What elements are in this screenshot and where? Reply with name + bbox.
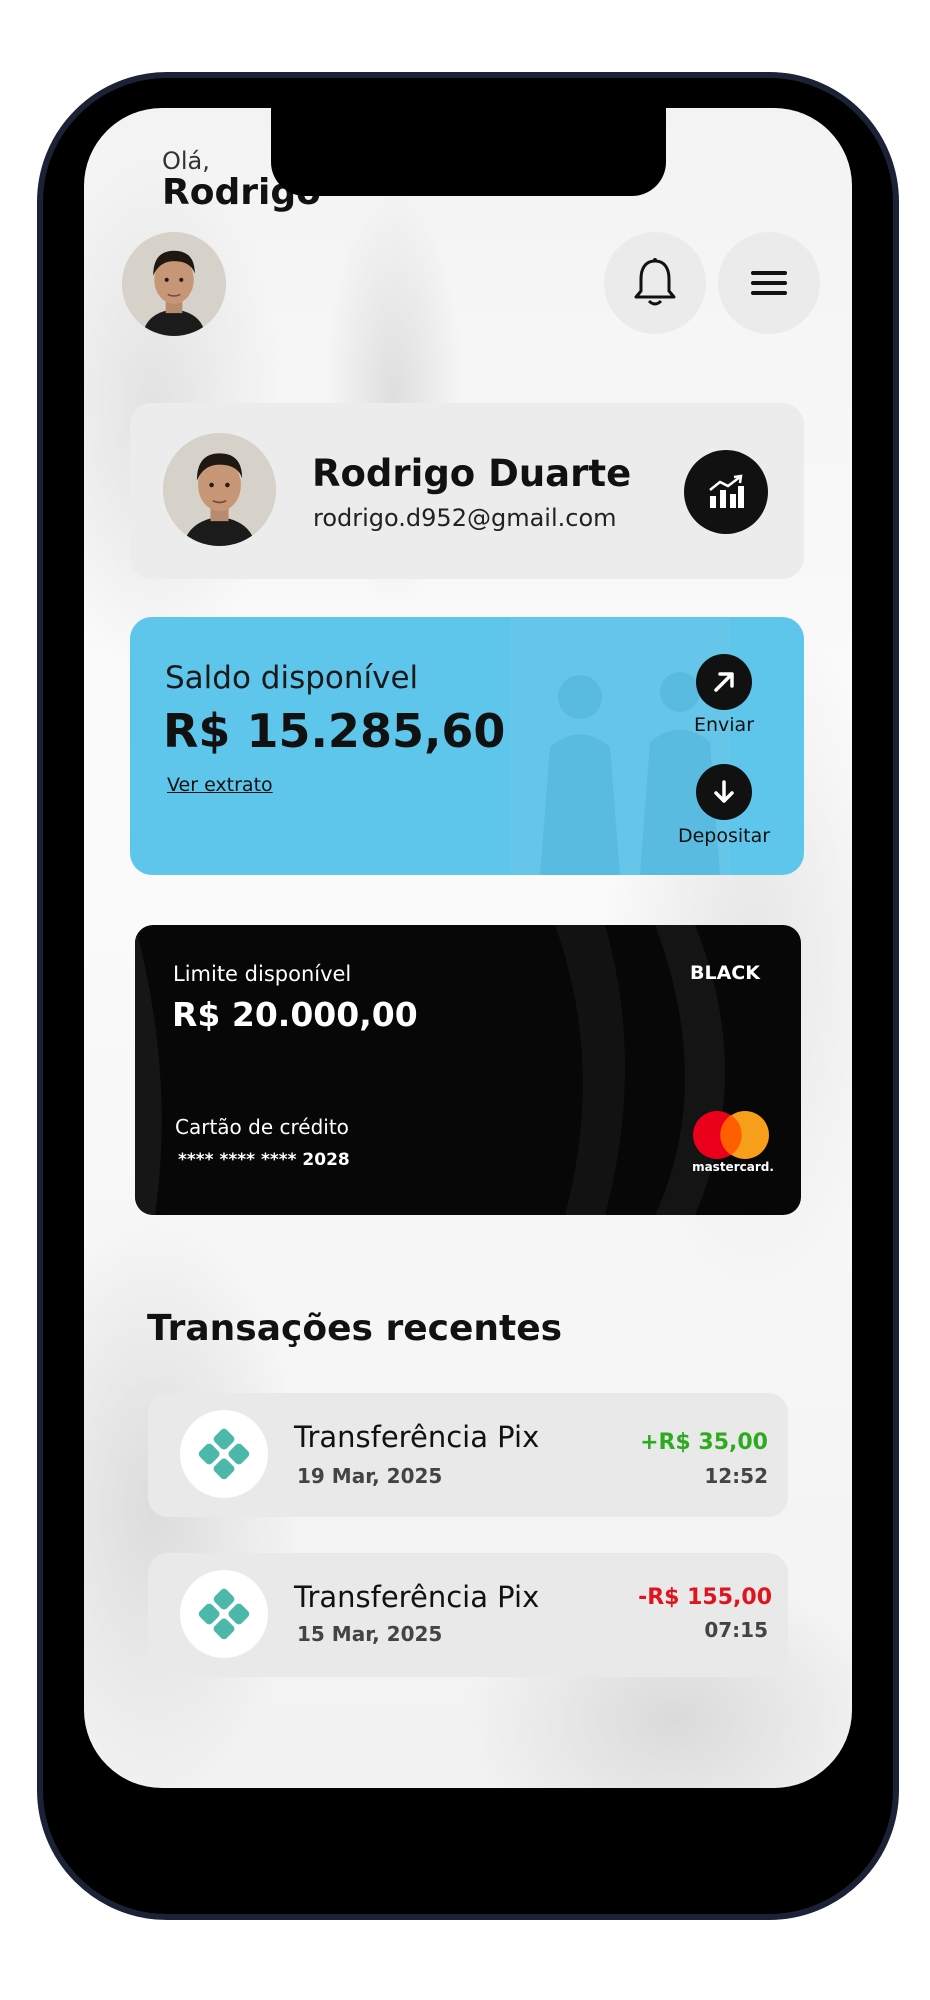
transaction-amount: +R$ 35,00 <box>640 1430 768 1455</box>
transaction-title: Transferência Pix <box>294 1420 540 1454</box>
menu-icon <box>751 271 787 295</box>
transactions-title: Transações recentes <box>147 1308 563 1349</box>
greeting-label: Olá, <box>162 147 210 175</box>
transaction-date: 15 Mar, 2025 <box>297 1622 443 1646</box>
chart-growth-icon <box>709 474 744 508</box>
card-tier-badge: BLACK <box>690 962 760 984</box>
mastercard-wordmark: mastercard. <box>692 1160 774 1174</box>
profile-full-name: Rodrigo Duarte <box>312 452 632 495</box>
deposit-button[interactable] <box>696 764 752 820</box>
mastercard-logo: mastercard. <box>688 1110 774 1176</box>
transaction-amount: -R$ 155,00 <box>638 1585 772 1610</box>
profile-email: rodrigo.d952@gmail.com <box>313 504 617 532</box>
statement-link[interactable]: Ver extrato <box>167 774 273 796</box>
limit-label: Limite disponível <box>173 962 352 986</box>
balance-value: R$ 15.285,60 <box>163 704 506 758</box>
transaction-time: 07:15 <box>704 1618 768 1642</box>
statistics-button[interactable] <box>684 450 768 534</box>
arrow-up-right-icon <box>714 672 734 692</box>
deposit-label: Depositar <box>677 825 771 847</box>
transaction-time: 12:52 <box>704 1464 768 1488</box>
balance-label: Saldo disponível <box>165 660 419 696</box>
transaction-title: Transferência Pix <box>294 1580 540 1614</box>
transaction-icon <box>180 1570 268 1658</box>
bell-icon <box>634 258 676 306</box>
card-type-label: Cartão de crédito <box>175 1115 349 1139</box>
send-label: Enviar <box>693 714 755 736</box>
device-notch <box>271 108 666 196</box>
avatar[interactable] <box>122 232 226 336</box>
transaction-icon <box>180 1410 268 1498</box>
notifications-button[interactable] <box>604 232 706 334</box>
pix-icon <box>198 1588 250 1640</box>
card-number: **** **** **** 2028 <box>178 1150 350 1170</box>
profile-avatar <box>163 433 276 546</box>
transaction-date: 19 Mar, 2025 <box>297 1464 443 1488</box>
send-button[interactable] <box>696 654 752 710</box>
limit-value: R$ 20.000,00 <box>172 995 418 1034</box>
arrow-down-icon <box>714 780 734 803</box>
menu-button[interactable] <box>718 232 820 334</box>
pix-icon <box>198 1428 250 1480</box>
